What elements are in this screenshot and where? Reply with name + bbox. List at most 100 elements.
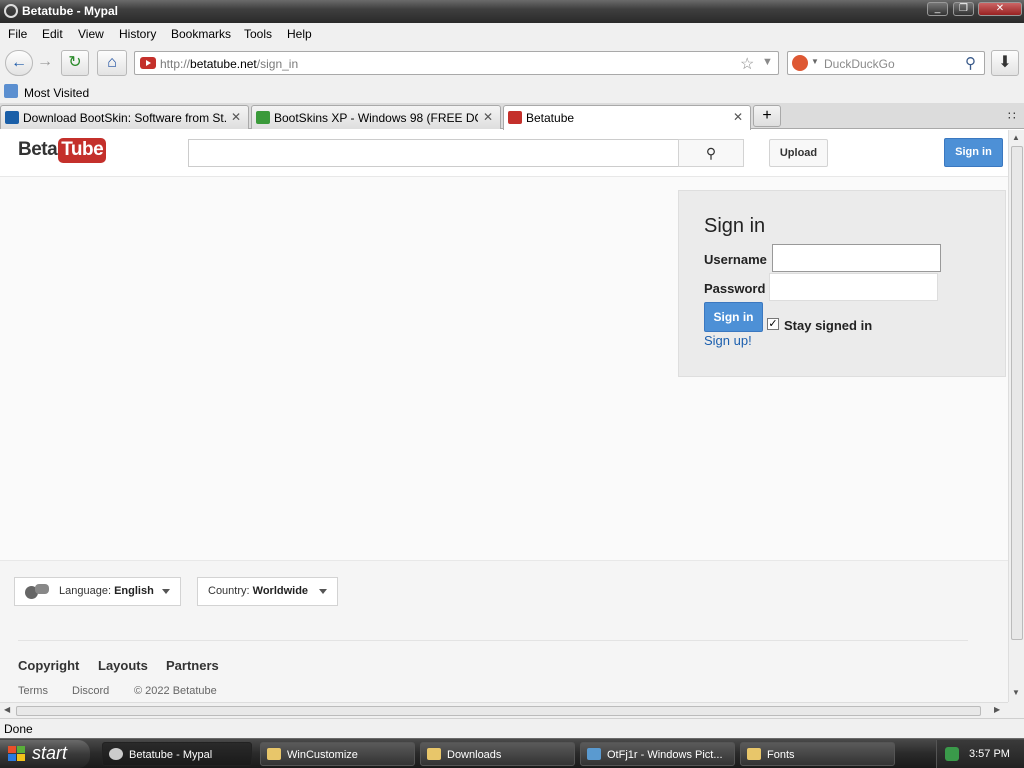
maximize-button[interactable]: ❐	[953, 2, 974, 16]
taskbar-item-downloads[interactable]: Downloads	[420, 742, 575, 766]
betatube-logo[interactable]: Beta Tube	[18, 138, 107, 163]
site-favicon-icon	[140, 57, 156, 69]
duckduckgo-icon[interactable]	[792, 55, 808, 71]
engine-dropdown-icon[interactable]: ▼	[811, 57, 819, 66]
tab-bootskin-download[interactable]: Download BootSkin: Software from St... ✕	[0, 105, 249, 129]
sign-in-panel: Sign in Username Password Sign in ✓ Stay…	[678, 190, 1006, 377]
tab-betatube[interactable]: Betatube ✕	[503, 105, 751, 130]
footer-link-copyright[interactable]: Copyright	[18, 658, 79, 673]
search-bar[interactable]: ▼ DuckDuckGo ⚲	[787, 51, 985, 75]
system-tray: 3:57 PM	[936, 740, 1024, 768]
url-path: /sign_in	[256, 57, 299, 71]
footer-link-terms[interactable]: Terms	[18, 685, 48, 697]
vertical-scrollbar[interactable]: ▲ ▼	[1008, 130, 1024, 702]
home-button[interactable]: ⌂	[97, 50, 127, 76]
menu-view[interactable]: View	[78, 27, 104, 41]
stay-signed-in-label[interactable]: Stay signed in	[784, 318, 872, 333]
url-text[interactable]: http://betatube.net/sign_in	[160, 57, 298, 71]
stay-signed-in-checkbox[interactable]: ✓	[767, 318, 779, 330]
vertical-scroll-thumb[interactable]	[1011, 146, 1023, 640]
close-tab-icon[interactable]: ✕	[483, 110, 493, 124]
tab-bootskins-xp[interactable]: BootSkins XP - Windows 98 (FREE DO... ✕	[251, 105, 501, 129]
taskbar-item-betatube[interactable]: Betatube - Mypal	[102, 742, 252, 766]
sign-up-link[interactable]: Sign up!	[704, 333, 752, 348]
horizontal-scrollbar[interactable]: ◀ ▶	[0, 702, 1008, 718]
new-tab-button[interactable]: +	[753, 105, 781, 127]
language-value: English	[114, 585, 154, 597]
language-icon	[25, 584, 49, 599]
logo-tube-text: Tube	[58, 138, 107, 163]
close-tab-icon[interactable]: ✕	[231, 110, 241, 124]
page-content: Beta Tube ⚲ Upload Sign in Sign in Userna…	[0, 130, 1008, 702]
home-icon: ⌂	[107, 54, 117, 71]
forward-button[interactable]: →	[34, 50, 56, 76]
country-value: Worldwide	[252, 585, 309, 597]
most-visited-bookmark[interactable]: Most Visited	[24, 86, 89, 100]
menu-file[interactable]: File	[8, 27, 27, 41]
bookmark-star-icon[interactable]: ☆	[740, 54, 754, 74]
tab-favicon-icon	[256, 111, 270, 124]
task-label: WinCustomize	[287, 749, 358, 761]
site-search-button[interactable]: ⚲	[678, 139, 744, 167]
menu-tools[interactable]: Tools	[244, 27, 272, 41]
tab-favicon-icon	[5, 111, 19, 124]
minimize-button[interactable]: _	[927, 2, 948, 16]
picture-viewer-icon	[587, 748, 601, 760]
address-bar[interactable]: http://betatube.net/sign_in ☆ ▼	[134, 51, 779, 75]
footer-link-partners[interactable]: Partners	[166, 658, 219, 673]
chevron-down-icon	[319, 589, 327, 594]
list-all-tabs-icon[interactable]: ∷	[1008, 109, 1016, 123]
close-window-button[interactable]: ✕	[978, 2, 1022, 16]
scroll-up-icon[interactable]: ▲	[1012, 133, 1020, 142]
start-label: start	[32, 743, 68, 763]
taskbar-item-wincustomize[interactable]: WinCustomize	[260, 742, 415, 766]
footer-link-layouts[interactable]: Layouts	[98, 658, 148, 673]
footer-copyright-text: © 2022 Betatube	[134, 685, 217, 697]
logo-beta-text: Beta	[18, 139, 58, 160]
folder-icon	[427, 748, 441, 760]
windows-taskbar: start Betatube - Mypal WinCustomize Down…	[0, 738, 1024, 768]
search-icon[interactable]: ⚲	[965, 54, 976, 72]
close-tab-icon[interactable]: ✕	[733, 110, 743, 124]
site-search-input[interactable]	[188, 139, 679, 167]
download-arrow-icon: ⬇	[998, 54, 1012, 71]
tab-label: Betatube	[526, 111, 575, 125]
sign-in-button[interactable]: Sign in	[704, 302, 763, 332]
task-label: Fonts	[767, 749, 795, 761]
url-dropdown-icon[interactable]: ▼	[762, 56, 773, 68]
password-field[interactable]	[769, 273, 938, 301]
mypal-app-icon	[4, 4, 18, 18]
tab-strip: Download BootSkin: Software from St... ✕…	[0, 103, 1024, 130]
menu-edit[interactable]: Edit	[42, 27, 63, 41]
horizontal-scroll-thumb[interactable]	[16, 706, 981, 716]
back-button[interactable]: ←	[5, 50, 33, 76]
footer-link-discord[interactable]: Discord	[72, 685, 109, 697]
reload-button[interactable]: ↻	[61, 50, 89, 76]
taskbar-item-fonts[interactable]: Fonts	[740, 742, 895, 766]
clock[interactable]: 3:57 PM	[969, 748, 1010, 760]
status-bar: Done	[0, 718, 1024, 738]
menu-bookmarks[interactable]: Bookmarks	[171, 27, 231, 41]
arrow-left-icon: ←	[11, 54, 27, 71]
menu-history[interactable]: History	[119, 27, 156, 41]
network-icon[interactable]	[945, 747, 959, 761]
url-prefix: http://	[160, 57, 191, 71]
scroll-down-icon[interactable]: ▼	[1012, 688, 1020, 697]
folder-icon	[267, 748, 281, 760]
country-picker[interactable]: Country: Worldwide	[197, 577, 338, 606]
tab-favicon-icon	[508, 111, 522, 124]
taskbar-item-picture-viewer[interactable]: OtFj1r - Windows Pict...	[580, 742, 735, 766]
country-prefix: Country:	[208, 585, 250, 597]
task-label: Downloads	[447, 749, 502, 761]
menu-help[interactable]: Help	[287, 27, 312, 41]
upload-button[interactable]: Upload	[769, 139, 828, 167]
window-title-bar: Betatube - Mypal _ ❐ ✕	[0, 0, 1024, 23]
scroll-left-icon[interactable]: ◀	[4, 705, 10, 714]
language-picker[interactable]: Language: English	[14, 577, 181, 606]
start-button[interactable]: start	[0, 740, 90, 768]
username-field[interactable]	[772, 244, 941, 272]
scroll-right-icon[interactable]: ▶	[994, 705, 1000, 714]
downloads-button[interactable]: ⬇	[991, 50, 1019, 76]
language-prefix: Language:	[59, 585, 111, 597]
header-sign-in-button[interactable]: Sign in	[944, 138, 1003, 167]
